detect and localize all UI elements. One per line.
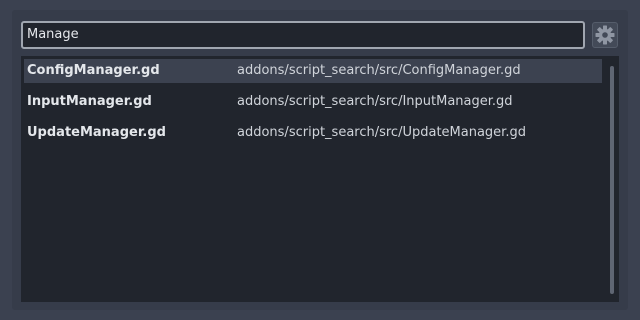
result-file-name: UpdateManager.gd bbox=[27, 125, 166, 140]
result-file-path: addons/script_search/src/InputManager.gd bbox=[237, 94, 513, 109]
search-input[interactable] bbox=[21, 21, 585, 49]
result-file-name: ConfigManager.gd bbox=[27, 63, 160, 78]
script-search-dialog: ConfigManager.gd addons/script_search/sr… bbox=[12, 10, 628, 310]
results-scrollbar[interactable] bbox=[610, 66, 614, 294]
result-file-path: addons/script_search/src/UpdateManager.g… bbox=[237, 125, 526, 140]
result-row[interactable]: InputManager.gd addons/script_search/src… bbox=[24, 90, 602, 114]
result-file-path: addons/script_search/src/ConfigManager.g… bbox=[237, 63, 521, 78]
result-file-name: InputManager.gd bbox=[27, 94, 152, 109]
result-row[interactable]: ConfigManager.gd addons/script_search/sr… bbox=[24, 59, 602, 83]
result-row[interactable]: UpdateManager.gd addons/script_search/sr… bbox=[24, 121, 602, 145]
results-list: ConfigManager.gd addons/script_search/sr… bbox=[21, 56, 619, 302]
settings-button[interactable] bbox=[592, 22, 618, 48]
gear-icon bbox=[595, 25, 615, 45]
